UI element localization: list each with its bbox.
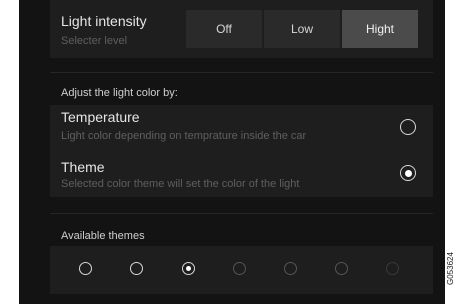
divider [50, 213, 433, 214]
radio-selected-dot [185, 265, 191, 271]
theme-subtitle: Selected color theme will set the color … [61, 178, 300, 190]
temperature-subtitle: Light color depending on temprature insi… [61, 130, 307, 142]
theme-radio-4[interactable] [233, 262, 246, 275]
temperature-radio[interactable] [400, 119, 416, 135]
intensity-option-high[interactable]: Hight [342, 10, 418, 48]
theme-radio[interactable] [400, 165, 416, 181]
light-intensity-title: Light intensity [61, 13, 147, 29]
theme-radio-1[interactable] [79, 262, 92, 275]
theme-radio-5[interactable] [284, 262, 297, 275]
temperature-title: Temperature [61, 109, 140, 125]
themes-heading: Available themes [61, 230, 145, 242]
radio-selected-dot [404, 169, 412, 177]
theme-radio-6[interactable] [335, 262, 348, 275]
figure-code-text: G053624 [446, 252, 455, 285]
theme-radio-2[interactable] [130, 262, 143, 275]
theme-radio-3[interactable] [182, 262, 195, 275]
figure-code: G053624 [446, 252, 460, 299]
color-section-heading: Adjust the light color by: [61, 87, 178, 99]
settings-screen: Light intensity Selecter level Off Low H… [19, 0, 445, 304]
divider [50, 72, 433, 73]
theme-title: Theme [61, 159, 105, 175]
light-intensity-subtitle: Selecter level [61, 35, 128, 47]
theme-radio-7[interactable] [386, 262, 399, 275]
intensity-option-off[interactable]: Off [186, 10, 262, 48]
intensity-option-low[interactable]: Low [264, 10, 340, 48]
